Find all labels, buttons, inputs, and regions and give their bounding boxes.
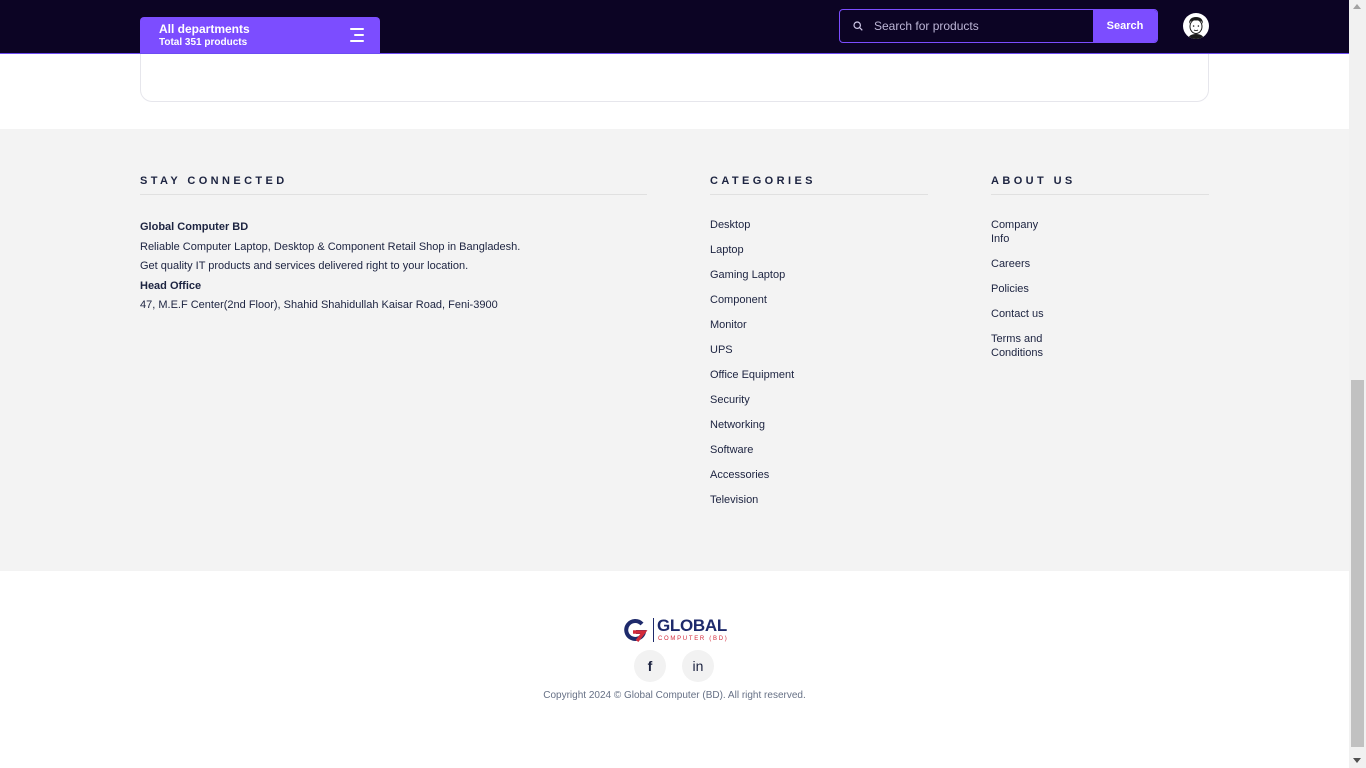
avatar-icon [1188,17,1204,39]
category-link-security[interactable]: Security [710,393,928,407]
departments-count: Total 351 products [159,37,248,48]
linkedin-link[interactable]: in [682,650,714,682]
categories-column: CATEGORIES Desktop Laptop Gaming Laptop … [710,175,928,518]
company-tagline: Get quality IT products and services del… [140,260,469,273]
global-computer-logo[interactable]: GLOBAL COMPUTER (BD) [623,616,733,644]
facebook-icon: f [647,658,653,674]
logo-g-icon [624,618,648,643]
stay-connected-heading: STAY CONNECTED [140,175,647,195]
search-button[interactable]: Search [1093,10,1157,42]
category-link-software[interactable]: Software [710,443,928,457]
page-scrollbar[interactable] [1349,0,1366,768]
office-address: 47, M.E.F Center(2nd Floor), Shahid Shah… [140,299,498,312]
about-link-careers[interactable]: Careers [991,257,1059,271]
category-link-monitor[interactable]: Monitor [710,318,928,332]
category-link-component[interactable]: Component [710,293,928,307]
logo-divider [653,618,654,642]
top-header: All departments Total 351 products Searc… [0,0,1349,54]
contact-info: Global Computer BD Reliable Computer Lap… [140,218,647,316]
logo-brand-text: GLOBAL [657,616,727,635]
departments-title: All departments [159,22,250,36]
facebook-link[interactable]: f [634,650,666,682]
category-link-accessories[interactable]: Accessories [710,468,928,482]
stay-connected-column: STAY CONNECTED Global Computer BD Reliab… [140,175,647,316]
category-link-office-equipment[interactable]: Office Equipment [710,368,928,382]
about-link-terms-and-conditions[interactable]: Terms and Conditions [991,332,1059,360]
category-link-networking[interactable]: Networking [710,418,928,432]
company-name: Global Computer BD [140,221,249,233]
search-bar: Search [839,9,1158,43]
about-us-list: Company Info Careers Policies Contact us… [991,218,1209,360]
scroll-up-arrow-icon[interactable] [1353,4,1361,9]
category-link-ups[interactable]: UPS [710,343,928,357]
logo-sub-text: COMPUTER (BD) [658,636,729,642]
menu-icon [348,28,364,42]
category-link-laptop[interactable]: Laptop [710,243,928,257]
about-us-column: ABOUT US Company Info Careers Policies C… [991,175,1209,371]
scrollbar-thumb[interactable] [1351,380,1364,747]
copyright-text: Copyright 2024 © Global Computer (BD). A… [543,690,806,701]
about-link-contact-us[interactable]: Contact us [991,307,1059,321]
about-link-company-info[interactable]: Company Info [991,218,1059,246]
category-link-television[interactable]: Television [710,493,928,507]
categories-list: Desktop Laptop Gaming Laptop Component M… [710,218,928,507]
categories-heading: CATEGORIES [710,175,928,195]
footer-bottom: GLOBAL COMPUTER (BD) f in Copyright 2024… [0,571,1349,768]
search-input[interactable] [868,10,1092,42]
category-link-desktop[interactable]: Desktop [710,218,928,232]
head-office-heading: Head Office [140,279,202,292]
user-avatar[interactable] [1183,13,1209,39]
about-link-policies[interactable]: Policies [991,282,1059,296]
about-us-heading: ABOUT US [991,175,1209,195]
search-icon [853,21,863,31]
footer-links-section: STAY CONNECTED Global Computer BD Reliab… [0,129,1349,571]
company-description: Reliable Computer Laptop, Desktop & Comp… [140,240,521,253]
all-departments-button[interactable]: All departments Total 351 products [140,17,380,53]
linkedin-icon: in [692,658,704,674]
scroll-down-arrow-icon[interactable] [1353,758,1361,763]
category-link-gaming-laptop[interactable]: Gaming Laptop [710,268,928,282]
page: All departments Total 351 products Searc… [0,0,1349,768]
